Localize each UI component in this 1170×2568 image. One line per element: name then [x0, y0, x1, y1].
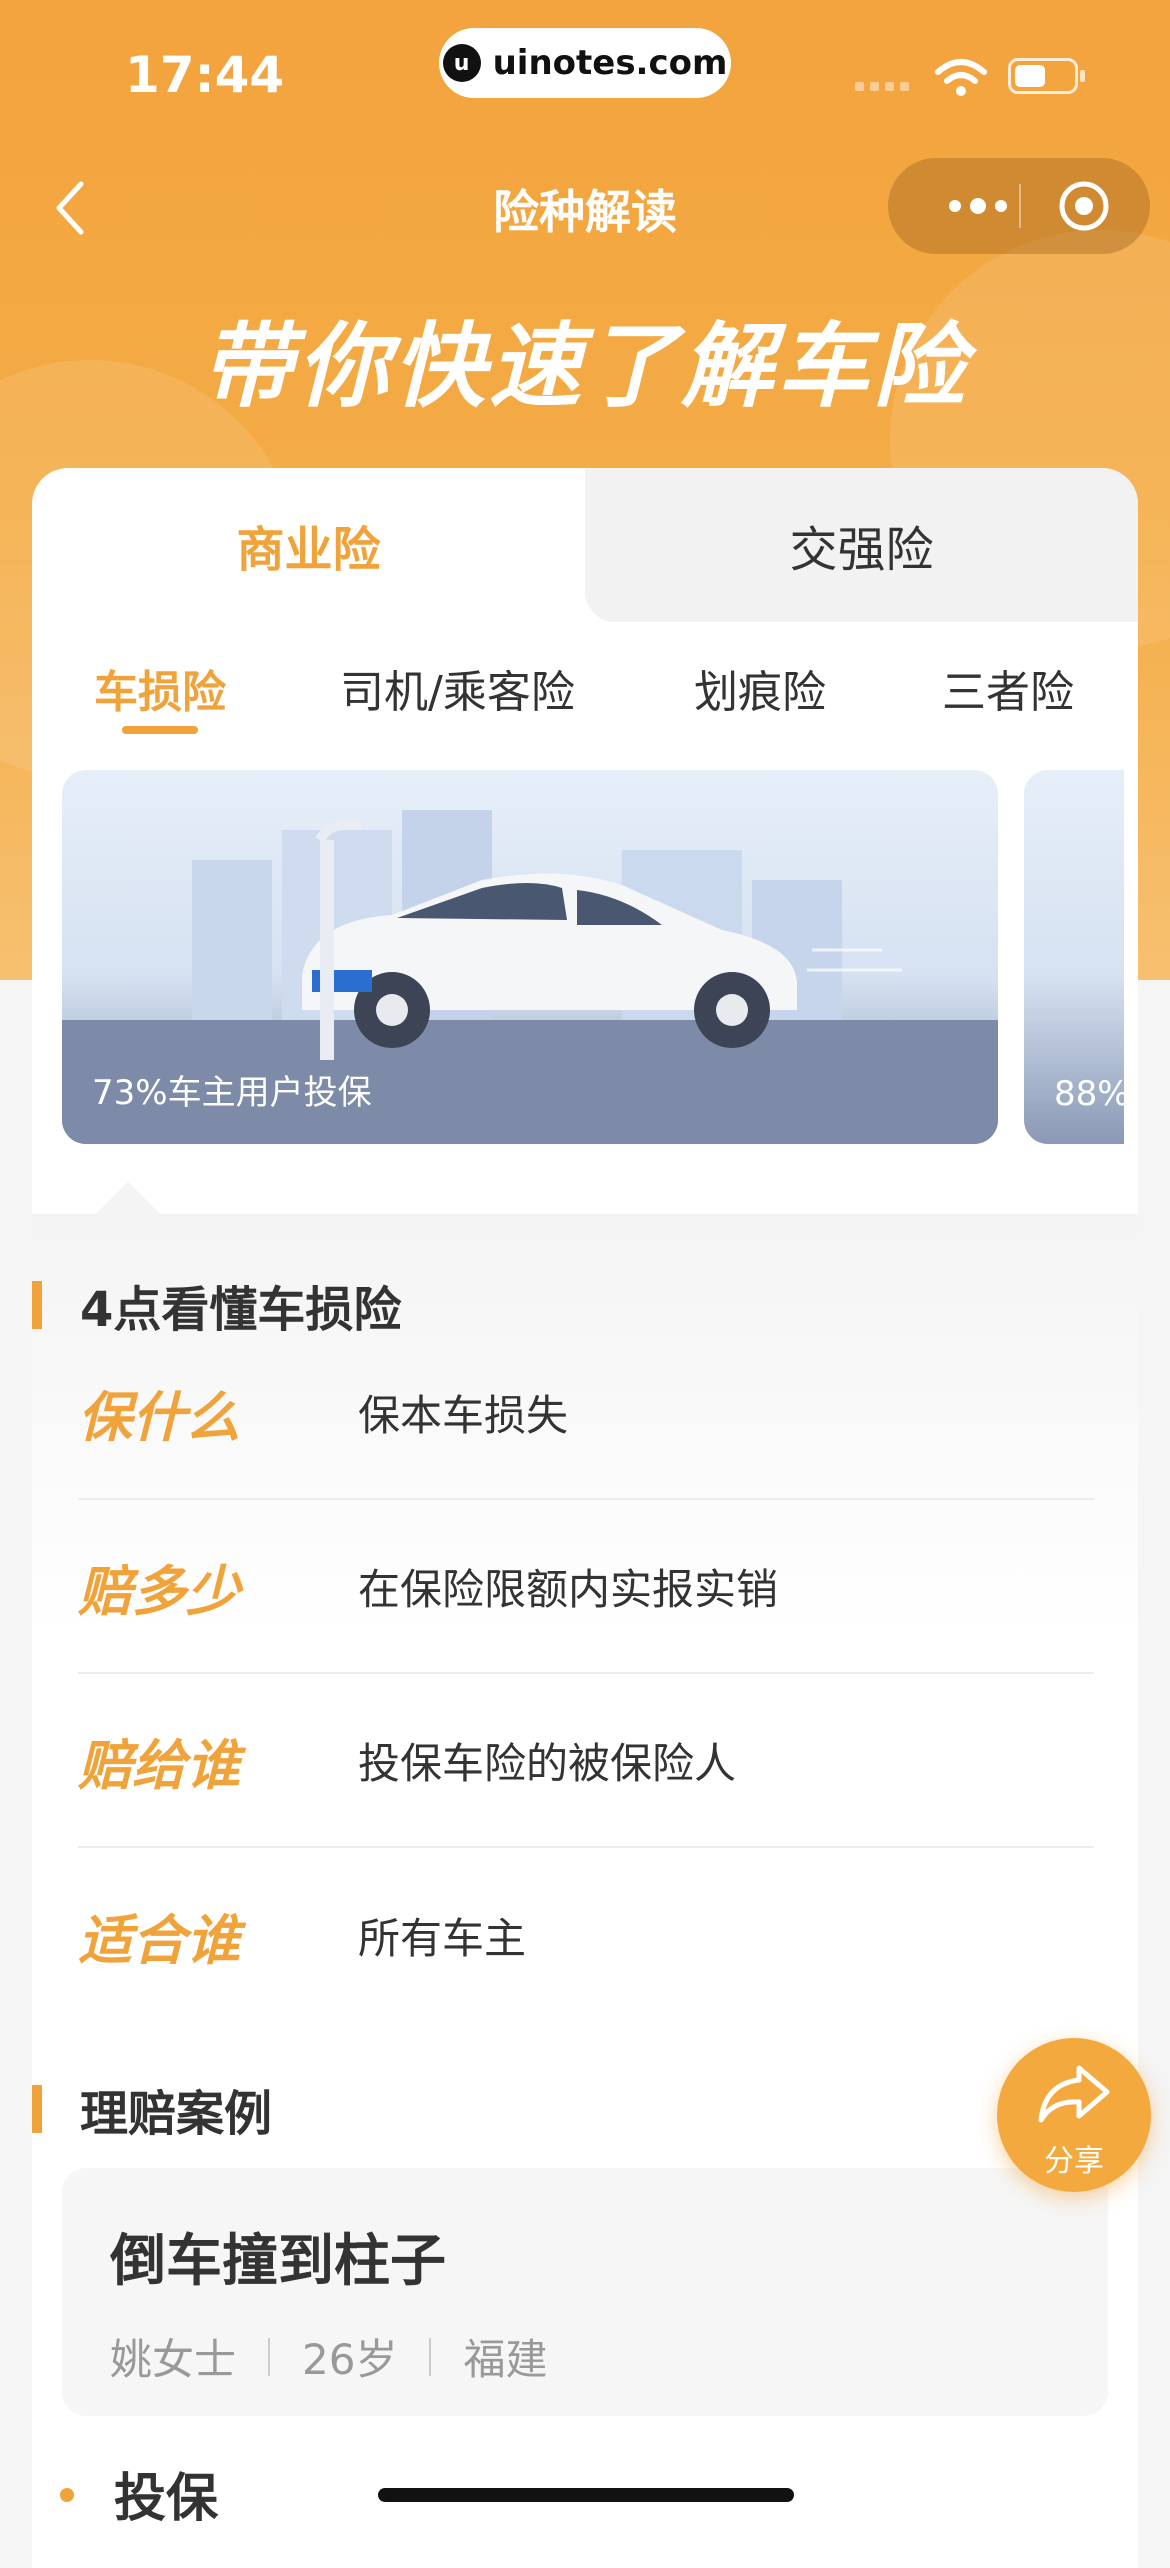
section-title: 理赔案例: [80, 2086, 273, 2142]
tab-compulsory-insurance[interactable]: 交强险: [585, 468, 1138, 622]
point-value: 所有车主: [358, 1913, 527, 1963]
point-row: 赔多少 在保险限额内实报实销: [78, 1500, 1094, 1674]
point-row: 适合谁 所有车主: [78, 1848, 1094, 2022]
meta-divider: [429, 2337, 432, 2376]
point-value: 在保险限额内实报实销: [358, 1564, 779, 1614]
more-button[interactable]: [928, 158, 1028, 254]
site-logo-icon: u: [442, 44, 481, 82]
url-pill: u uinotes.com: [439, 28, 731, 98]
subtab-driver-passenger[interactable]: 司机/乘客险: [340, 656, 575, 720]
section-header-cases: 理赔案例: [32, 2074, 272, 2144]
subtab-active-indicator: [122, 726, 198, 734]
point-key: 保什么: [78, 1385, 240, 1449]
banner-card-next[interactable]: 88%: [1024, 770, 1124, 1144]
subtab-scratch[interactable]: 划痕险: [694, 656, 826, 720]
section-marker: [32, 1281, 42, 1329]
close-miniprogram-icon[interactable]: [1056, 178, 1112, 234]
home-indicator: [378, 2488, 794, 2502]
case-meta: 姚女士 26岁 福建: [110, 2326, 547, 2387]
point-value: 保本车损失: [358, 1390, 569, 1440]
section-marker: [32, 2085, 42, 2133]
share-icon: [1038, 2065, 1110, 2123]
point-key: 赔给谁: [78, 1733, 240, 1797]
claim-case-card[interactable]: 倒车撞到柱子 姚女士 26岁 福建: [62, 2168, 1108, 2416]
share-button[interactable]: 分享: [997, 2038, 1151, 2192]
point-key: 赔多少: [78, 1559, 240, 1623]
case-title: 倒车撞到柱子: [110, 2229, 446, 2294]
miniprogram-capsule: [888, 158, 1150, 254]
url-text: uinotes.com: [492, 43, 728, 83]
content-card: 商业险 交强险 车损险 司机/乘客险 划痕险 三者险 73%车主用户投保 88%: [32, 468, 1138, 2568]
meta-divider: [268, 2337, 271, 2376]
more-dots-icon: [949, 200, 961, 212]
point-key: 适合谁: [78, 1908, 240, 1972]
status-time: 17:44: [125, 46, 285, 104]
point-row: 保什么 保本车损失: [78, 1326, 1094, 1500]
hero-title: 带你快速了解车险: [200, 313, 969, 420]
share-label: 分享: [1044, 2144, 1104, 2179]
point-value: 投保车险的被保险人: [358, 1738, 737, 1788]
case-location: 福建: [463, 2335, 548, 2384]
cellular-signal-icon: [855, 82, 909, 91]
case-age: 26岁: [302, 2335, 398, 2384]
banner-card[interactable]: 73%车主用户投保: [62, 770, 998, 1144]
subtab-vehicle-damage[interactable]: 车损险: [94, 656, 226, 720]
banner-caption: 73%车主用户投保: [92, 1073, 372, 1113]
capsule-divider: [1019, 184, 1021, 228]
banner-pointer: [96, 1182, 160, 1214]
timeline-step-label: 投保: [114, 2469, 219, 2529]
battery-icon: [1008, 58, 1085, 94]
timeline-dot: [60, 2488, 74, 2502]
subtab-third-party[interactable]: 三者险: [942, 656, 1074, 720]
case-name: 姚女士: [110, 2335, 237, 2384]
tab-commercial-insurance[interactable]: 商业险: [32, 468, 585, 622]
banner-caption: 88%: [1054, 1074, 1124, 1114]
point-row: 赔给谁 投保车险的被保险人: [78, 1674, 1094, 1848]
wifi-icon: [935, 59, 987, 96]
